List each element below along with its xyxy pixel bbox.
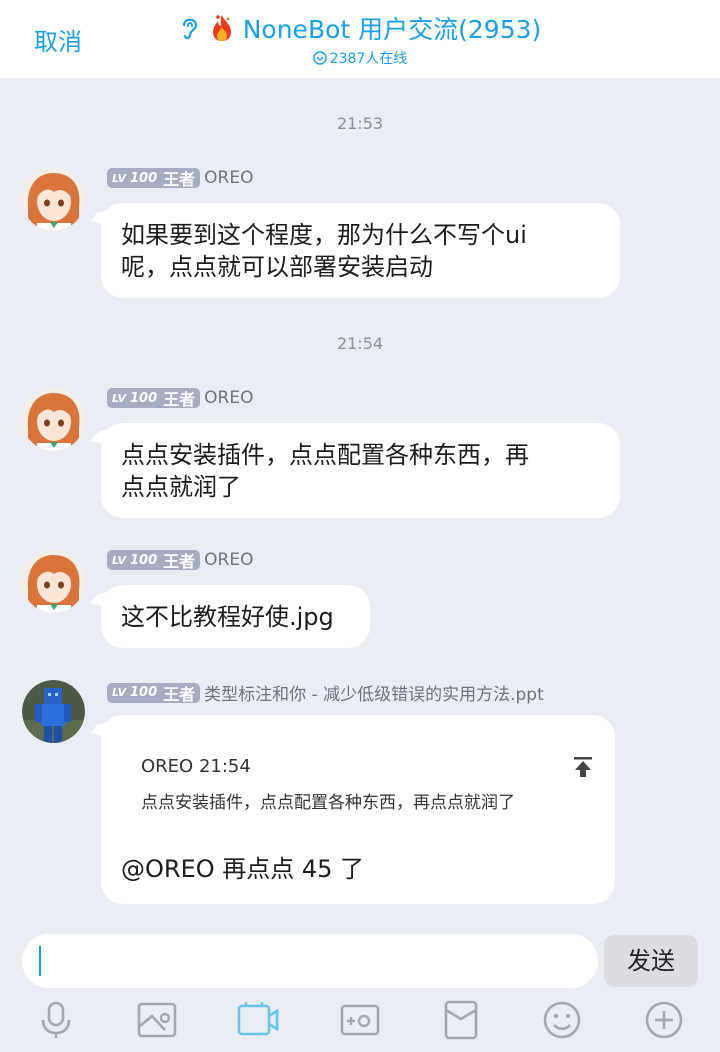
message-meta: LV 100 王者 OREO [107, 550, 254, 571]
ear-icon[interactable] [179, 15, 201, 41]
sender-name[interactable]: OREO [204, 168, 253, 188]
bubble-tail [91, 429, 113, 447]
bubble-tail [91, 721, 113, 739]
message-meta: LV 100 王者 OREO [107, 388, 254, 409]
plus-icon[interactable] [642, 998, 686, 1042]
message-bubble[interactable]: 这不比教程好使.jpg [91, 585, 370, 648]
level-badge: LV 100 王者 [107, 168, 201, 189]
microphone-icon[interactable] [34, 998, 78, 1042]
text-caret [39, 946, 41, 976]
avatar[interactable] [22, 680, 85, 743]
message-line: 点点就润了 [121, 473, 241, 501]
camera-icon[interactable] [338, 998, 382, 1042]
jump-to-top-icon[interactable] [571, 755, 595, 779]
chat-header: 取消 NoneBot 用户交流(2953) 2387人在线 [0, 0, 720, 78]
emoji-icon[interactable] [540, 998, 584, 1042]
level-badge: LV 100 王者 [107, 388, 201, 409]
quote-text: 点点安装插件，点点配置各种东西，再点点就润了 [141, 793, 515, 813]
reply-text: @OREO 再点点 45 了 [121, 855, 365, 883]
avatar[interactable] [22, 168, 85, 231]
chevron-circle-icon [312, 51, 327, 65]
timestamp: 21:53 [336, 114, 384, 133]
bubble-tail [91, 209, 113, 227]
level-badge: LV 100 王者 [107, 550, 201, 571]
reply-bubble[interactable]: OREO 21:54 点点安装插件，点点配置各种东西，再点点就润了 @OREO … [91, 715, 615, 904]
message-bubble[interactable]: 如果要到这个程度，那为什么不写个ui 呢，点点就可以部署安装启动 [91, 203, 620, 298]
fire-icon [212, 15, 231, 41]
message-line: 这不比教程好使.jpg [121, 603, 334, 631]
online-count: 2387人在线 [0, 48, 720, 68]
message-line: 呢，点点就可以部署安装启动 [121, 253, 433, 281]
sender-name[interactable]: OREO [204, 388, 253, 408]
image-icon[interactable] [135, 998, 179, 1042]
video-icon[interactable] [236, 998, 280, 1042]
online-text: 2387人在线 [329, 51, 408, 67]
bubble-tail [91, 591, 113, 609]
avatar[interactable] [22, 388, 85, 451]
timestamp: 21:54 [336, 334, 384, 353]
quote-author-time: OREO 21:54 [141, 756, 251, 777]
level-badge: LV 100 王者 [107, 682, 201, 704]
send-button[interactable]: 发送 [604, 935, 698, 987]
group-title[interactable]: NoneBot 用户交流(2953) [179, 10, 542, 46]
message-meta: LV 100 王者 类型标注和你 - 减少低级错误的实用方法.ppt [107, 680, 544, 705]
avatar[interactable] [22, 550, 85, 613]
message-line: 点点安装插件，点点配置各种东西，再 [121, 441, 529, 469]
message-line: 如果要到这个程度，那为什么不写个ui [121, 221, 527, 249]
message-input[interactable] [22, 934, 598, 988]
message-bubble[interactable]: 点点安装插件，点点配置各种东西，再 点点就润了 [91, 423, 620, 518]
input-toolbar [0, 998, 720, 1042]
sender-name[interactable]: 类型标注和你 - 减少低级错误的实用方法.ppt [204, 680, 544, 705]
sender-name[interactable]: OREO [204, 550, 253, 570]
red-packet-icon[interactable] [439, 998, 483, 1042]
message-meta: LV 100 王者 OREO [107, 168, 254, 189]
group-name: NoneBot 用户交流(2953) [242, 15, 542, 44]
quote-header[interactable]: OREO 21:54 [141, 751, 595, 783]
